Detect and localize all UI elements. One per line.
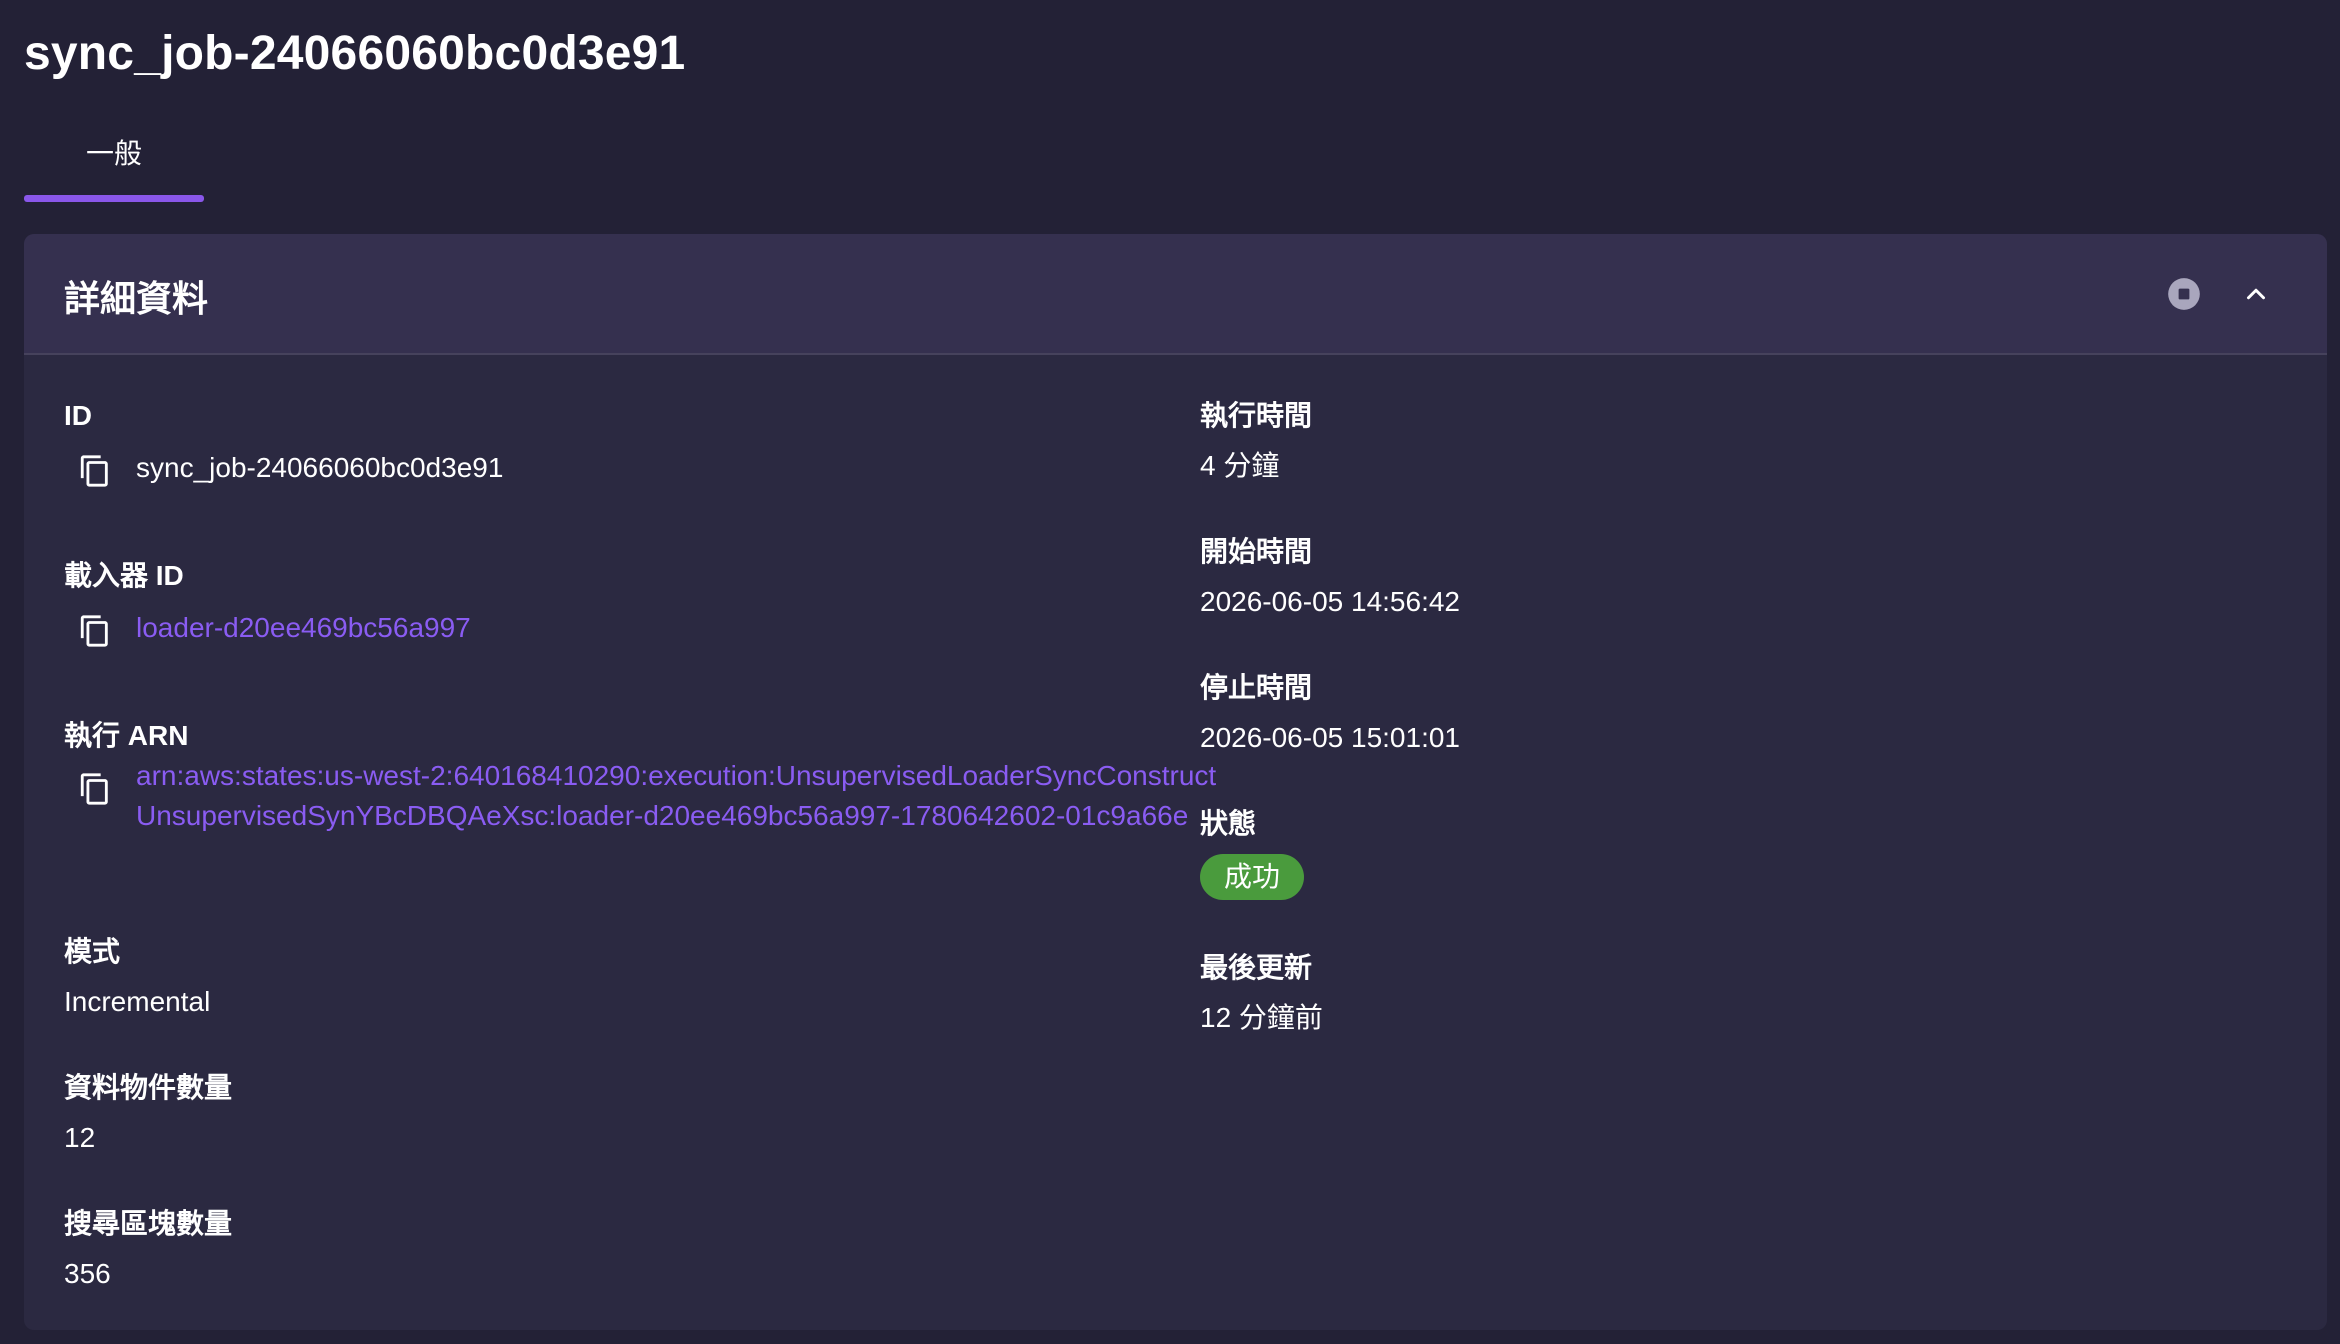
page-title: sync_job-24066060bc0d3e91 <box>24 27 686 80</box>
field-label: 停止時間 <box>1200 672 1313 703</box>
details-card: 詳細資料 ID sync_job-24066060bc0d3e91 載入器 ID… <box>24 234 2327 1330</box>
field-duration: 執行時間 4 分鐘 <box>1200 398 1312 486</box>
field-label: 最後更新 <box>1200 952 1313 983</box>
field-label: 狀態 <box>1200 808 1257 839</box>
chevron-up-icon <box>2247 288 2265 300</box>
field-label: 開始時間 <box>1200 536 1313 567</box>
field-mode: 模式 Incremental <box>64 934 210 1022</box>
copy-icon[interactable] <box>78 614 112 648</box>
copy-icon[interactable] <box>78 772 112 806</box>
loader-id-value-row: loader-d20ee469bc56a997 <box>64 608 471 648</box>
field-label: 模式 <box>64 936 121 967</box>
field-loader-id: 載入器 ID loader-d20ee469bc56a997 <box>64 558 471 648</box>
field-search-chunk-count: 搜尋區塊數量 356 <box>64 1206 232 1294</box>
execution-arn-link[interactable]: arn:aws:states:us-west-2:640168410290:ex… <box>136 756 1236 836</box>
stop-circle-icon <box>2168 278 2200 310</box>
stop-time-value: 2026-06-05 15:01:01 <box>1200 722 1460 753</box>
duration-value: 4 分鐘 <box>1200 450 1280 481</box>
page: sync_job-24066060bc0d3e91 一般 詳細資料 ID syn… <box>0 0 2340 1344</box>
collapse-button[interactable] <box>2232 270 2280 318</box>
details-card-header: 詳細資料 <box>24 234 2327 355</box>
start-time-value: 2026-06-05 14:56:42 <box>1200 586 1460 617</box>
tab-general[interactable]: 一般 <box>24 124 204 202</box>
details-card-title: 詳細資料 <box>64 278 209 319</box>
status-badge: 成功 <box>1200 854 1305 900</box>
last-updated-value: 12 分鐘前 <box>1200 1002 1323 1033</box>
mode-value: Incremental <box>64 986 211 1017</box>
field-last-updated: 最後更新 12 分鐘前 <box>1200 950 1323 1038</box>
field-label: ID <box>64 400 92 431</box>
loader-id-link[interactable]: loader-d20ee469bc56a997 <box>136 608 471 648</box>
id-value: sync_job-24066060bc0d3e91 <box>136 452 504 483</box>
field-execution-arn: 執行 ARN arn:aws:states:us-west-2:64016841… <box>64 718 1236 836</box>
field-stop-time: 停止時間 2026-06-05 15:01:01 <box>1200 670 1460 758</box>
field-start-time: 開始時間 2026-06-05 14:56:42 <box>1200 534 1460 622</box>
field-status: 狀態 成功 <box>1200 806 1305 900</box>
arn-value-row: arn:aws:states:us-west-2:640168410290:ex… <box>64 756 1236 836</box>
field-label: 資料物件數量 <box>64 1072 233 1103</box>
field-data-object-count: 資料物件數量 12 <box>64 1070 232 1158</box>
data-object-count-value: 12 <box>64 1122 96 1153</box>
stop-button[interactable] <box>2160 270 2208 318</box>
field-label: 執行時間 <box>1200 400 1313 431</box>
field-label: 載入器 ID <box>64 560 184 591</box>
copy-icon[interactable] <box>78 454 112 488</box>
field-label: 執行 ARN <box>64 720 189 751</box>
field-label: 搜尋區塊數量 <box>64 1208 233 1239</box>
id-value-row: sync_job-24066060bc0d3e91 <box>64 448 503 488</box>
tab-bar: 一般 <box>24 124 204 202</box>
search-chunk-count-value: 356 <box>64 1258 111 1289</box>
field-id: ID sync_job-24066060bc0d3e91 <box>64 398 503 488</box>
